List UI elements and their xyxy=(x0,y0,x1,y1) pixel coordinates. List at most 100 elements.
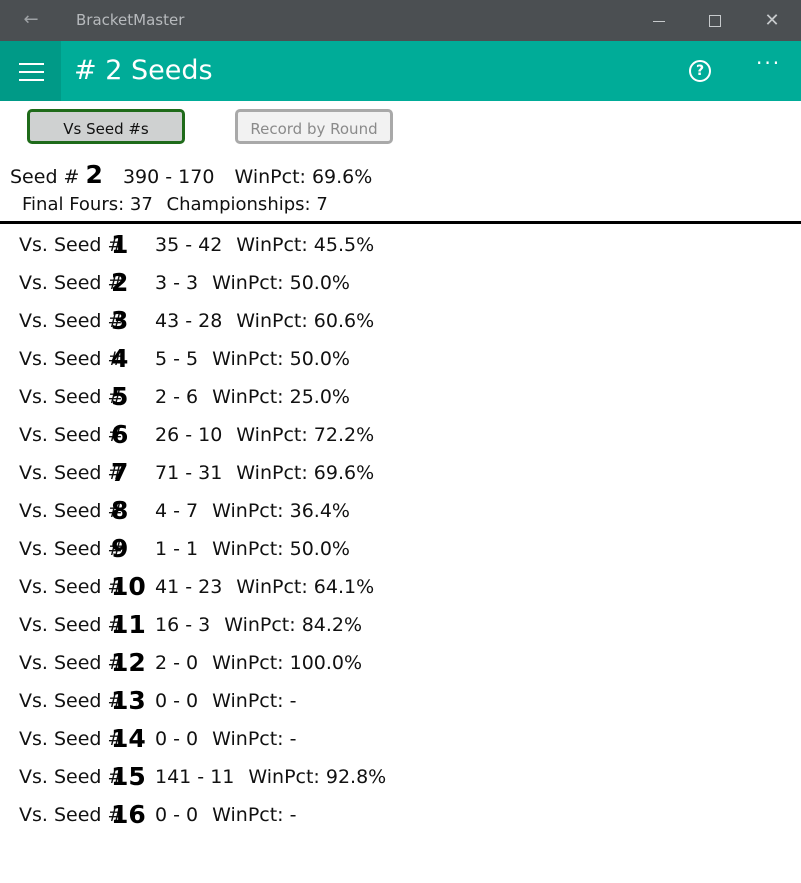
seed-prefix: Seed # xyxy=(10,166,80,188)
matchup-winpct: WinPct: 92.8% xyxy=(248,766,387,788)
matchup-winpct: WinPct: 84.2% xyxy=(224,614,363,636)
vs-seed-label: Vs. Seed # xyxy=(19,652,124,674)
final-fours: Final Fours: 37 xyxy=(22,194,153,215)
matchup-winpct: WinPct: 25.0% xyxy=(212,386,350,408)
list-item: Vs. Seed #16 0 - 0 WinPct: - xyxy=(19,800,779,838)
matchup-winpct: WinPct: 64.1% xyxy=(236,576,375,598)
opponent-seed-number: 8 xyxy=(111,496,129,525)
opponent-seed-number: 7 xyxy=(111,458,129,487)
championships: Championships: 7 xyxy=(166,194,328,215)
opponent-seed-number: 9 xyxy=(111,534,129,563)
matchup-winpct: WinPct: 60.6% xyxy=(236,310,375,332)
hamburger-line xyxy=(19,71,44,73)
page-title: # 2 Seeds xyxy=(74,55,213,86)
matchup-winpct: WinPct: 45.5% xyxy=(236,234,375,256)
matchup-winpct: WinPct: 36.4% xyxy=(212,500,350,522)
more-options-icon[interactable]: ··· xyxy=(756,51,781,75)
maximize-icon[interactable] xyxy=(700,6,730,36)
matchup-record: 16 - 3 xyxy=(155,614,211,636)
list-item: Vs. Seed #7 71 - 31 WinPct: 69.6% xyxy=(19,458,779,496)
vs-seed-label: Vs. Seed # xyxy=(19,500,124,522)
opponent-seed-number: 10 xyxy=(111,572,146,601)
opponent-seed-number: 2 xyxy=(111,268,129,297)
minimize-icon[interactable] xyxy=(644,6,674,36)
vs-seed-label: Vs. Seed # xyxy=(19,614,124,636)
list-item: Vs. Seed #1 35 - 42 WinPct: 45.5% xyxy=(19,230,779,268)
opponent-seed-number: 15 xyxy=(111,762,146,791)
matchup-winpct: WinPct: 50.0% xyxy=(212,538,350,560)
opponent-seed-number: 6 xyxy=(111,420,129,449)
seed-summary: Seed # 2 390 - 170 WinPct: 69.6% xyxy=(10,160,372,189)
list-item: Vs. Seed #13 0 - 0 WinPct: - xyxy=(19,686,779,724)
section-divider xyxy=(0,221,801,224)
matchup-record: 5 - 5 xyxy=(155,348,199,370)
hamburger-line xyxy=(19,79,44,81)
vs-seed-label: Vs. Seed # xyxy=(19,310,124,332)
list-item: Vs. Seed #4 5 - 5 WinPct: 50.0% xyxy=(19,344,779,382)
vs-seed-label: Vs. Seed # xyxy=(19,804,124,826)
matchup-winpct: WinPct: - xyxy=(212,690,297,712)
list-item: Vs. Seed #15 141 - 11 WinPct: 92.8% xyxy=(19,762,779,800)
list-item: Vs. Seed #10 41 - 23 WinPct: 64.1% xyxy=(19,572,779,610)
list-item: Vs. Seed #14 0 - 0 WinPct: - xyxy=(19,724,779,762)
list-item: Vs. Seed #9 1 - 1 WinPct: 50.0% xyxy=(19,534,779,572)
matchup-record: 41 - 23 xyxy=(155,576,223,598)
matchup-record: 0 - 0 xyxy=(155,804,199,826)
vs-seed-label: Vs. Seed # xyxy=(19,576,124,598)
matchup-record: 43 - 28 xyxy=(155,310,223,332)
list-item: Vs. Seed #2 3 - 3 WinPct: 50.0% xyxy=(19,268,779,306)
matchup-winpct: WinPct: - xyxy=(212,728,297,750)
matchup-record: 3 - 3 xyxy=(155,272,199,294)
hamburger-line xyxy=(19,63,44,65)
app-header: # 2 Seeds ? ··· xyxy=(0,41,801,101)
tab-record-by-round[interactable]: Record by Round xyxy=(235,109,393,144)
overall-winpct: WinPct: 69.6% xyxy=(234,166,373,188)
matchup-winpct: WinPct: - xyxy=(212,804,297,826)
seed-achievements: Final Fours: 37 Championships: 7 xyxy=(22,194,328,215)
matchup-winpct: WinPct: 50.0% xyxy=(212,348,350,370)
matchup-record: 35 - 42 xyxy=(155,234,223,256)
help-icon[interactable]: ? xyxy=(689,60,711,82)
matchup-record: 4 - 7 xyxy=(155,500,199,522)
matchup-winpct: WinPct: 72.2% xyxy=(236,424,375,446)
vs-seed-label: Vs. Seed # xyxy=(19,538,124,560)
matchup-winpct: WinPct: 69.6% xyxy=(236,462,375,484)
opponent-seed-number: 14 xyxy=(111,724,146,753)
matchup-record: 26 - 10 xyxy=(155,424,223,446)
matchup-record: 1 - 1 xyxy=(155,538,199,560)
vs-seed-label: Vs. Seed # xyxy=(19,348,124,370)
matchup-list: Vs. Seed #1 35 - 42 WinPct: 45.5% Vs. Seed … xyxy=(19,230,779,838)
vs-seed-label: Vs. Seed # xyxy=(19,234,124,256)
opponent-seed-number: 11 xyxy=(111,610,146,639)
matchup-record: 0 - 0 xyxy=(155,728,199,750)
opponent-seed-number: 4 xyxy=(111,344,129,373)
opponent-seed-number: 16 xyxy=(111,800,146,829)
vs-seed-label: Vs. Seed # xyxy=(19,424,124,446)
back-arrow-icon[interactable]: ← xyxy=(20,8,42,32)
hamburger-menu-icon[interactable] xyxy=(0,41,61,101)
tab-vs-seeds[interactable]: Vs Seed #s xyxy=(27,109,185,144)
matchup-record: 2 - 0 xyxy=(155,652,199,674)
overall-record: 390 - 170 xyxy=(122,166,215,188)
list-item: Vs. Seed #6 26 - 10 WinPct: 72.2% xyxy=(19,420,779,458)
close-icon[interactable]: ✕ xyxy=(757,6,787,36)
list-item: Vs. Seed #3 43 - 28 WinPct: 60.6% xyxy=(19,306,779,344)
list-item: Vs. Seed #8 4 - 7 WinPct: 36.4% xyxy=(19,496,779,534)
list-item: Vs. Seed #5 2 - 6 WinPct: 25.0% xyxy=(19,382,779,420)
window-title: BracketMaster xyxy=(76,11,185,29)
opponent-seed-number: 12 xyxy=(111,648,146,677)
vs-seed-label: Vs. Seed # xyxy=(19,728,124,750)
matchup-record: 2 - 6 xyxy=(155,386,199,408)
opponent-seed-number: 13 xyxy=(111,686,146,715)
matchup-record: 141 - 11 xyxy=(155,766,235,788)
matchup-record: 0 - 0 xyxy=(155,690,199,712)
vs-seed-label: Vs. Seed # xyxy=(19,386,124,408)
opponent-seed-number: 1 xyxy=(111,230,129,259)
matchup-winpct: WinPct: 50.0% xyxy=(212,272,350,294)
vs-seed-label: Vs. Seed # xyxy=(19,766,124,788)
seed-number: 2 xyxy=(85,160,103,189)
opponent-seed-number: 3 xyxy=(111,306,129,335)
matchup-record: 71 - 31 xyxy=(155,462,223,484)
list-item: Vs. Seed #11 16 - 3 WinPct: 84.2% xyxy=(19,610,779,648)
vs-seed-label: Vs. Seed # xyxy=(19,690,124,712)
